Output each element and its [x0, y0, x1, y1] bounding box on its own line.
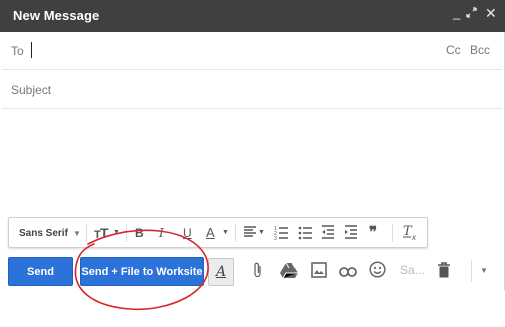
compose-action-bar: Send Send + File to Worksite A Sa... ▼ [2, 250, 502, 290]
toolbar-divider [471, 260, 472, 282]
message-body[interactable] [2, 110, 502, 218]
indent-more-icon[interactable] [344, 224, 358, 243]
subject-placeholder: Subject [11, 83, 52, 97]
formatting-toolbar: Sans Serif ▼ TT ▼ B I U A ▼ ▼ 123 ❞ T x [8, 217, 428, 248]
text-cursor [31, 42, 32, 58]
more-options-chevron-icon[interactable]: ▼ [480, 266, 488, 275]
to-label: To [11, 44, 24, 58]
text-size-icon[interactable]: TT [94, 224, 112, 243]
compose-window: New Message _ ✕ To Cc Bcc Subject Sans S… [0, 0, 505, 290]
toolbar-divider [392, 224, 393, 242]
insert-link-icon[interactable] [339, 264, 357, 280]
toolbar-divider [86, 224, 87, 242]
svg-text:x: x [411, 233, 417, 241]
svg-text:3: 3 [274, 236, 277, 240]
align-icon[interactable] [243, 224, 257, 243]
italic-icon[interactable]: I [159, 226, 164, 240]
close-icon[interactable]: ✕ [485, 5, 497, 22]
chevron-down-icon[interactable]: ▼ [222, 229, 229, 236]
font-family-select[interactable]: Sans Serif [19, 228, 68, 239]
bulleted-list-icon[interactable] [298, 224, 312, 243]
emoji-icon[interactable] [369, 261, 386, 281]
cc-link[interactable]: Cc [446, 43, 461, 57]
numbered-list-icon[interactable]: 123 [274, 224, 288, 243]
formatting-options-icon[interactable]: A [208, 258, 234, 286]
toolbar-divider [235, 224, 236, 242]
window-title: New Message [13, 8, 100, 23]
minimize-icon[interactable]: _ [453, 5, 460, 20]
insert-photo-icon[interactable] [311, 262, 327, 281]
svg-text:T: T [100, 225, 109, 240]
bcc-link[interactable]: Bcc [470, 43, 490, 57]
bold-icon[interactable]: B [135, 226, 144, 240]
compose-title-bar[interactable]: New Message _ ✕ [0, 0, 505, 32]
text-color-icon[interactable]: A [206, 225, 215, 240]
chevron-down-icon[interactable]: ▼ [73, 229, 81, 238]
send-file-worksite-button[interactable]: Send + File to Worksite [80, 257, 204, 286]
remove-formatting-icon[interactable]: Tx [402, 223, 420, 244]
trash-icon[interactable] [437, 262, 451, 281]
toolbar-divider [126, 224, 127, 242]
to-field[interactable]: To Cc Bcc [2, 32, 502, 70]
save-status-text: Sa... [400, 263, 425, 277]
chevron-down-icon[interactable]: ▼ [258, 229, 265, 236]
indent-less-icon[interactable] [321, 224, 335, 243]
chevron-down-icon[interactable]: ▼ [113, 229, 120, 236]
expand-icon[interactable] [466, 7, 477, 21]
drive-icon[interactable] [280, 262, 298, 281]
underline-icon[interactable]: U [183, 226, 192, 240]
subject-field[interactable]: Subject [2, 70, 502, 109]
quote-icon[interactable]: ❞ [369, 223, 377, 241]
send-button[interactable]: Send [8, 257, 73, 286]
attach-icon[interactable] [253, 261, 263, 282]
